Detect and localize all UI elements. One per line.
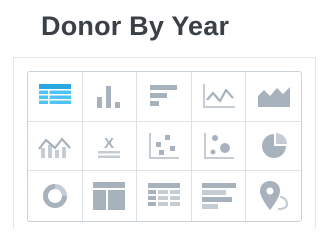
chart-option-funnel[interactable] <box>192 171 247 221</box>
chart-option-trend[interactable]: X <box>82 121 138 172</box>
chart-option-area[interactable] <box>246 72 301 122</box>
svg-text:X: X <box>104 135 114 152</box>
combo-chart-icon <box>37 137 71 158</box>
pie-chart-icon <box>261 132 287 158</box>
row-chart-icon <box>149 85 177 107</box>
chart-type-grid: X <box>27 71 302 222</box>
donut-chart-icon <box>42 184 67 209</box>
chart-option-line[interactable] <box>191 72 247 122</box>
detail-layout-icon <box>93 182 126 211</box>
funnel-bars-icon <box>201 183 236 210</box>
chart-option-detail[interactable] <box>83 171 138 221</box>
chart-option-table[interactable] <box>28 72 83 122</box>
bar-chart-icon <box>97 86 121 109</box>
chart-option-combo[interactable] <box>28 121 83 172</box>
chart-option-scatter[interactable] <box>137 121 192 172</box>
chart-option-bubble[interactable] <box>191 121 247 172</box>
trend-number-icon: X <box>98 135 121 158</box>
chart-option-pivot[interactable] <box>137 171 192 221</box>
pivot-table-icon <box>147 183 180 207</box>
chart-option-bar[interactable] <box>82 72 138 122</box>
map-pin-icon <box>259 181 288 211</box>
page-title: Donor By Year <box>41 11 230 41</box>
chart-option-row[interactable] <box>137 72 192 122</box>
bubble-chart-icon <box>203 132 234 159</box>
scatter-plot-icon <box>148 132 179 159</box>
line-chart-icon <box>202 84 235 109</box>
chart-option-pie[interactable] <box>246 122 301 172</box>
chart-option-donut[interactable] <box>28 171 83 221</box>
chart-option-map[interactable] <box>246 171 301 221</box>
table-icon <box>38 84 71 105</box>
area-chart-icon <box>257 87 290 108</box>
